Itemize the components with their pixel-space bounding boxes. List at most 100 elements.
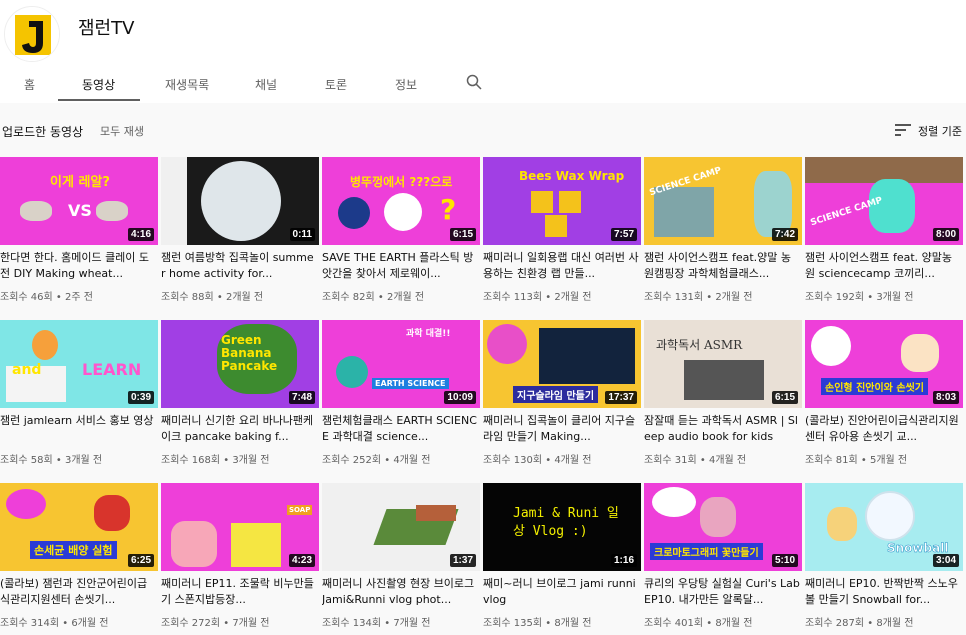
video-title[interactable]: 째미러니 EP11. 조물락 비누만들기 스폰지밥등장...: [161, 576, 317, 608]
thumbnail-object: [811, 326, 851, 366]
video-card[interactable]: 지구슬라임 만들기 17:37 째미러니 집콕놀이 클리어 지구슬라임 만들기 …: [483, 320, 641, 470]
thumbnail-object: [416, 505, 456, 521]
video-duration: 4:16: [127, 228, 154, 241]
video-title[interactable]: 잠잘때 듣는 과학독서 ASMR | Sleep audio book for …: [644, 413, 800, 445]
thumbnail-object: [94, 495, 130, 531]
thumbnail-object: [6, 489, 46, 519]
video-title[interactable]: 잼런 jamlearn 서비스 홍보 영상: [0, 413, 156, 429]
video-card[interactable]: 과학 대결!! EARTH SCIENCE 10:09 잼런체험클래스 EART…: [322, 320, 480, 470]
thumbnail-object: [545, 215, 567, 237]
play-all-button[interactable]: 모두 재생: [100, 123, 144, 139]
video-title[interactable]: 한다면 한다. 홈메이드 클레이 도전 DIY Making wheat...: [0, 250, 156, 282]
video-duration: 1:16: [610, 554, 637, 567]
video-title[interactable]: 잼런체험클래스 EARTH SCIENCE 과학대결 science...: [322, 413, 478, 445]
tab-channels[interactable]: 채널: [255, 76, 277, 93]
video-thumbnail[interactable]: Snowball 3:04: [805, 483, 963, 571]
thumbnail-object: [539, 328, 635, 384]
video-meta: 조회수 82회 • 2개월 전: [322, 292, 425, 303]
channel-avatar[interactable]: [4, 6, 60, 62]
video-thumbnail[interactable]: 손인형 진안이와 손씻기 8:03: [805, 320, 963, 408]
video-thumbnail[interactable]: SOAP 4:23: [161, 483, 319, 571]
video-thumbnail[interactable]: 과학 대결!! EARTH SCIENCE 10:09: [322, 320, 480, 408]
thumbnail-caption: 지구슬라임 만들기: [513, 386, 599, 403]
video-card[interactable]: Bees Wax Wrap 7:57 째미러니 일회용랩 대신 여러번 사용하는…: [483, 157, 641, 307]
video-title[interactable]: 잼런 사이언스캠프 feat.양말 농원캠핑장 과학체험클래스...: [644, 250, 800, 282]
sort-icon[interactable]: [895, 123, 911, 137]
video-title[interactable]: 째미러니 신기한 요리 바나나팬케이크 pancake baking f...: [161, 413, 317, 445]
video-thumbnail[interactable]: 1:37: [322, 483, 480, 571]
video-card[interactable]: 이게 레알? VS 4:16 한다면 한다. 홈메이드 클레이 도전 DIY M…: [0, 157, 158, 307]
tab-videos[interactable]: 동영상: [82, 76, 115, 93]
video-thumbnail[interactable]: Green Banana Pancake 7:48: [161, 320, 319, 408]
video-title[interactable]: 째미~러니 브이로그 jami runni vlog: [483, 576, 639, 608]
video-card[interactable]: SOAP 4:23 째미러니 EP11. 조물락 비누만들기 스폰지밥등장...…: [161, 483, 319, 633]
tab-playlists[interactable]: 재생목록: [165, 76, 209, 93]
video-duration: 6:25: [127, 554, 154, 567]
video-card[interactable]: 크로마토그래피 꽃만들기 5:10 큐리의 우당탕 실험실 Curi's Lab…: [644, 483, 802, 633]
tab-discussion[interactable]: 토론: [325, 76, 347, 93]
thumbnail-object: [32, 330, 58, 360]
video-card[interactable]: Green Banana Pancake 7:48 째미러니 신기한 요리 바나…: [161, 320, 319, 470]
video-card[interactable]: SCIENCE CAMP 8:00 잼런 사이언스캠프 feat. 양말농원 s…: [805, 157, 963, 307]
video-card[interactable]: Jami & Runi 일상 Vlog :) 1:16 째미~러니 브이로그 j…: [483, 483, 641, 633]
video-meta: 조회수 81회 • 5개월 전: [805, 455, 908, 466]
video-thumbnail[interactable]: 손세균 배양 실험 6:25: [0, 483, 158, 571]
thumbnail-caption: SOAP: [287, 505, 313, 515]
video-title[interactable]: 큐리의 우당탕 실험실 Curi's Lab EP10. 내가만든 알록달...: [644, 576, 800, 608]
video-meta: 조회수 401회 • 8개월 전: [644, 618, 753, 629]
tab-about[interactable]: 정보: [395, 76, 417, 93]
thumbnail-object: [384, 193, 422, 231]
video-meta: 조회수 58회 • 3개월 전: [0, 455, 103, 466]
video-card[interactable]: 과학독서 ASMR 6:15 잠잘때 듣는 과학독서 ASMR | Sleep …: [644, 320, 802, 470]
video-meta: 조회수 252회 • 4개월 전: [322, 455, 431, 466]
video-title[interactable]: 잼런 사이언스캠프 feat. 양말농원 sciencecamp 코끼리...: [805, 250, 961, 282]
channel-header: 잼런TV 홈 동영상 재생목록 채널 토론 정보: [0, 0, 966, 103]
video-thumbnail[interactable]: SCIENCE CAMP 7:42: [644, 157, 802, 245]
video-title[interactable]: 잼런 여름방학 집콕놀이 summer home activity for...: [161, 250, 317, 282]
video-card[interactable]: 0:11 잼런 여름방학 집콕놀이 summer home activity f…: [161, 157, 319, 307]
thumbnail-caption: Jami & Runi 일상 Vlog :): [513, 506, 619, 539]
video-card[interactable]: 병뚜껑에서 ???으로 ? 6:15 SAVE THE EARTH 플라스틱 방…: [322, 157, 480, 307]
video-thumbnail[interactable]: 크로마토그래피 꽃만들기 5:10: [644, 483, 802, 571]
tab-home[interactable]: 홈: [24, 76, 35, 93]
video-duration: 8:03: [932, 391, 959, 404]
thumbnail-caption: LEARN: [82, 360, 142, 379]
video-duration: 8:00: [932, 228, 959, 241]
video-thumbnail[interactable]: 과학독서 ASMR 6:15: [644, 320, 802, 408]
video-duration: 7:57: [610, 228, 637, 241]
thumbnail-object: [531, 191, 553, 213]
video-title[interactable]: SAVE THE EARTH 플라스틱 방앗간을 찾아서 제로웨이...: [322, 250, 478, 282]
sort-button[interactable]: 정렬 기준: [918, 123, 962, 139]
video-card[interactable]: Snowball 3:04 째미러니 EP10. 반짝반짝 스노우볼 만들기 S…: [805, 483, 963, 633]
video-card[interactable]: SCIENCE CAMP 7:42 잼런 사이언스캠프 feat.양말 농원캠핑…: [644, 157, 802, 307]
video-thumbnail[interactable]: 이게 레알? VS 4:16: [0, 157, 158, 245]
thumbnail-object: [700, 497, 736, 537]
channel-tabs: 홈 동영상 재생목록 채널 토론 정보: [0, 66, 966, 102]
video-title[interactable]: 째미러니 집콕놀이 클리어 지구슬라임 만들기 Making...: [483, 413, 639, 445]
video-meta: 조회수 134회 • 7개월 전: [322, 618, 431, 629]
video-thumbnail[interactable]: Bees Wax Wrap 7:57: [483, 157, 641, 245]
video-card[interactable]: 손인형 진안이와 손씻기 8:03 (콜라보) 진안어린이급식관리지원센터 유아…: [805, 320, 963, 470]
video-title[interactable]: (콜라보) 잼런과 진안군어린이급식관리지원센터 손씻기...: [0, 576, 156, 608]
search-icon[interactable]: [466, 74, 482, 90]
video-thumbnail[interactable]: Jami & Runi 일상 Vlog :) 1:16: [483, 483, 641, 571]
video-thumbnail[interactable]: and LEARN 0:39: [0, 320, 158, 408]
video-thumbnail[interactable]: SCIENCE CAMP 8:00: [805, 157, 963, 245]
video-card[interactable]: 손세균 배양 실험 6:25 (콜라보) 잼런과 진안군어린이급식관리지원센터 …: [0, 483, 158, 633]
thumbnail-caption: 손세균 배양 실험: [30, 541, 117, 559]
channel-logo-icon: [5, 7, 59, 61]
video-thumbnail[interactable]: 0:11: [161, 157, 319, 245]
video-title[interactable]: (콜라보) 진안어린이급식관리지원센터 유아용 손씻기 교...: [805, 413, 961, 445]
video-title[interactable]: 째미러니 일회용랩 대신 여러번 사용하는 친환경 랩 만들...: [483, 250, 639, 282]
video-thumbnail[interactable]: 지구슬라임 만들기 17:37: [483, 320, 641, 408]
video-card[interactable]: and LEARN 0:39 잼런 jamlearn 서비스 홍보 영상 조회수…: [0, 320, 158, 470]
video-title[interactable]: 째미러니 사진촬영 현장 브이로그 Jami&Runni vlog phot..…: [322, 576, 478, 608]
video-thumbnail[interactable]: 병뚜껑에서 ???으로 ? 6:15: [322, 157, 480, 245]
thumbnail-object: [865, 491, 915, 541]
thumbnail-caption: EARTH SCIENCE: [372, 378, 449, 389]
thumbnail-caption: 과학 대결!!: [406, 329, 451, 339]
video-duration: 7:42: [771, 228, 798, 241]
video-card[interactable]: 1:37 째미러니 사진촬영 현장 브이로그 Jami&Runni vlog p…: [322, 483, 480, 633]
video-title[interactable]: 째미러니 EP10. 반짝반짝 스노우볼 만들기 Snowball for...: [805, 576, 961, 608]
video-meta: 조회수 135회 • 8개월 전: [483, 618, 592, 629]
